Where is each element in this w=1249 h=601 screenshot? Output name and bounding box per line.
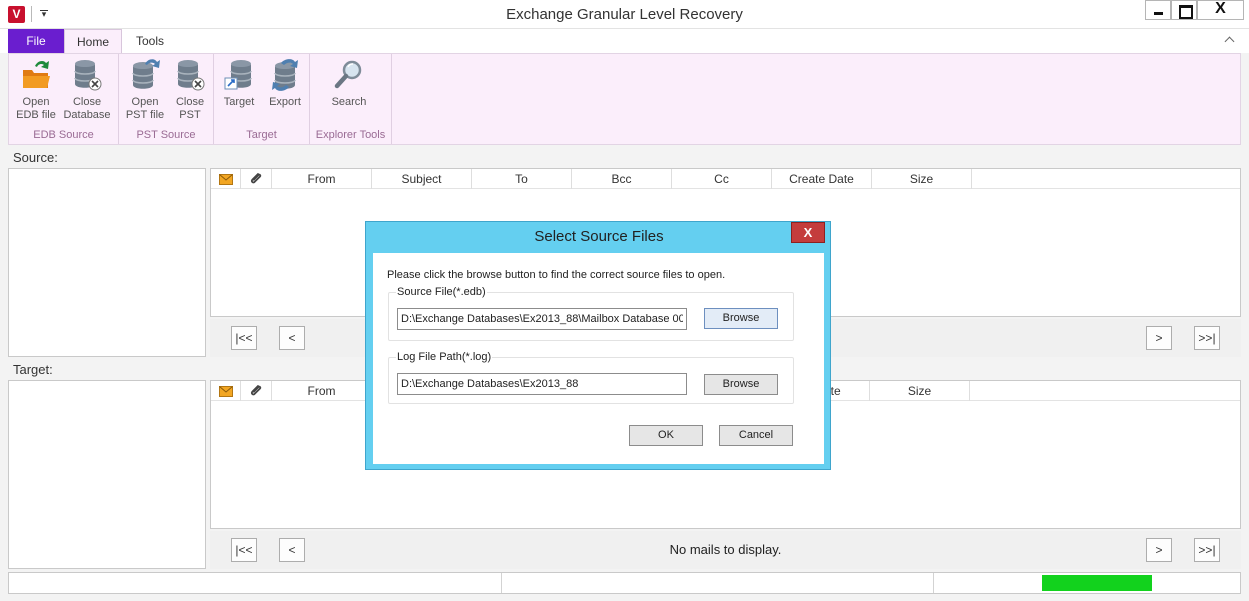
- progress-bar: [1042, 575, 1152, 591]
- target-tree-pane[interactable]: [8, 380, 206, 569]
- close-pst-button[interactable]: Close PST: [171, 58, 209, 122]
- window-title: Exchange Granular Level Recovery: [506, 6, 743, 23]
- envelope-icon: [218, 385, 233, 397]
- open-folder-icon: [20, 58, 52, 92]
- mail-column-header[interactable]: [211, 381, 241, 401]
- empty-list-message: No mails to display.: [669, 542, 782, 557]
- close-icon: X: [1215, 0, 1226, 17]
- source-tree-pane[interactable]: [8, 168, 206, 357]
- source-file-path-input[interactable]: [397, 308, 687, 330]
- tab-home[interactable]: Home: [64, 29, 122, 53]
- tab-file[interactable]: File: [8, 29, 64, 53]
- envelope-icon: [218, 173, 233, 185]
- ribbon-tabs: File Home Tools: [0, 29, 1249, 53]
- ribbon-group-label: PST Source: [136, 129, 196, 141]
- source-section-label: Source:: [13, 150, 58, 165]
- prev-page-button[interactable]: <: [279, 326, 305, 350]
- status-divider: [501, 573, 502, 593]
- database-open-icon: [129, 58, 161, 92]
- column-create-date[interactable]: Create Date: [772, 169, 872, 189]
- progress-bar-fill: [1042, 575, 1152, 591]
- maximize-button[interactable]: [1171, 0, 1197, 20]
- database-close-icon: [174, 58, 206, 92]
- open-edb-button[interactable]: Open EDB file: [13, 58, 59, 122]
- close-pst-label-1: Close: [175, 96, 205, 108]
- ok-button[interactable]: OK: [629, 425, 703, 446]
- source-browse-button[interactable]: Browse: [704, 308, 778, 329]
- close-database-label-2: Database: [63, 109, 111, 121]
- column-cc[interactable]: Cc: [672, 169, 772, 189]
- ribbon-group-target: Target Export Target: [214, 54, 310, 144]
- minimize-button[interactable]: [1145, 0, 1171, 20]
- target-pagination-bar: No mails to display. |<< < > >>|: [210, 531, 1241, 569]
- column-subject[interactable]: Subject: [372, 169, 472, 189]
- status-bar: [8, 572, 1241, 594]
- column-from[interactable]: From: [272, 381, 372, 401]
- status-divider: [933, 573, 934, 593]
- log-file-path-input[interactable]: [397, 373, 687, 395]
- open-pst-label-2: PST file: [125, 109, 165, 121]
- export-button[interactable]: Export: [264, 58, 306, 109]
- first-page-button[interactable]: |<<: [231, 326, 257, 350]
- database-target-icon: [223, 58, 255, 92]
- magnifier-icon: [333, 58, 365, 92]
- cancel-button[interactable]: Cancel: [719, 425, 793, 446]
- column-size[interactable]: Size: [870, 381, 970, 401]
- mail-column-header[interactable]: [211, 169, 241, 189]
- dialog-body: Please click the browse button to find t…: [373, 253, 824, 464]
- close-database-label-1: Close: [72, 96, 102, 108]
- column-bcc[interactable]: Bcc: [572, 169, 672, 189]
- open-edb-label-2: EDB file: [16, 109, 56, 121]
- ribbon-group-label: Explorer Tools: [315, 129, 386, 141]
- ribbon-group-edb-source: Open EDB file Close Database EDB Source: [9, 54, 119, 144]
- ribbon-group-explorer-tools: Search Explorer Tools: [310, 54, 392, 144]
- search-label: Search: [331, 96, 367, 108]
- prev-page-button[interactable]: <: [279, 538, 305, 562]
- next-page-button[interactable]: >: [1146, 326, 1172, 350]
- next-page-button[interactable]: >: [1146, 538, 1172, 562]
- export-label: Export: [269, 96, 301, 108]
- target-section-label: Target:: [13, 362, 53, 377]
- source-list-header: From Subject To Bcc Cc Create Date Size: [211, 169, 1240, 189]
- ribbon: Open EDB file Close Database EDB Source: [8, 53, 1241, 145]
- ribbon-group-label: EDB Source: [33, 129, 94, 141]
- column-from[interactable]: From: [272, 169, 372, 189]
- first-page-button[interactable]: |<<: [231, 538, 257, 562]
- title-bar: V ▾ Exchange Granular Level Recovery X: [0, 0, 1249, 29]
- log-browse-button[interactable]: Browse: [704, 374, 778, 395]
- dialog-title: Select Source Files: [534, 228, 664, 245]
- close-icon: X: [803, 225, 813, 240]
- attachment-column-header[interactable]: [241, 169, 272, 189]
- database-export-icon: [269, 58, 301, 92]
- source-file-group: Source File(*.edb) Browse: [388, 286, 794, 341]
- log-file-legend: Log File Path(*.log): [396, 351, 493, 363]
- paperclip-icon: [251, 385, 262, 396]
- close-pst-label-2: PST: [179, 109, 201, 121]
- database-close-icon: [71, 58, 103, 92]
- search-button[interactable]: Search: [328, 58, 370, 109]
- column-to[interactable]: To: [472, 169, 572, 189]
- target-button[interactable]: Target: [218, 58, 260, 109]
- close-window-button[interactable]: X: [1197, 0, 1244, 20]
- last-page-button[interactable]: >>|: [1194, 538, 1220, 562]
- attachment-column-header[interactable]: [241, 381, 272, 401]
- column-size[interactable]: Size: [872, 169, 972, 189]
- source-file-legend: Source File(*.edb): [396, 286, 487, 298]
- last-page-button[interactable]: >>|: [1194, 326, 1220, 350]
- open-pst-button[interactable]: Open PST file: [123, 58, 167, 122]
- dialog-close-button[interactable]: X: [791, 222, 825, 243]
- tab-tools[interactable]: Tools: [122, 29, 178, 53]
- open-pst-label-1: Open: [131, 96, 159, 108]
- dialog-instruction: Please click the browse button to find t…: [387, 269, 726, 281]
- close-database-button[interactable]: Close Database: [61, 58, 113, 122]
- select-source-files-dialog: Select Source Files X Please click the b…: [365, 221, 831, 470]
- ribbon-group-label: Target: [246, 129, 277, 141]
- log-file-group: Log File Path(*.log) Browse: [388, 351, 794, 404]
- target-label: Target: [223, 96, 255, 108]
- paperclip-icon: [251, 173, 262, 184]
- ribbon-collapse-icon[interactable]: [1223, 33, 1237, 47]
- ribbon-group-pst-source: Open PST file Close PST PST Source: [119, 54, 214, 144]
- open-edb-label-1: Open: [22, 96, 50, 108]
